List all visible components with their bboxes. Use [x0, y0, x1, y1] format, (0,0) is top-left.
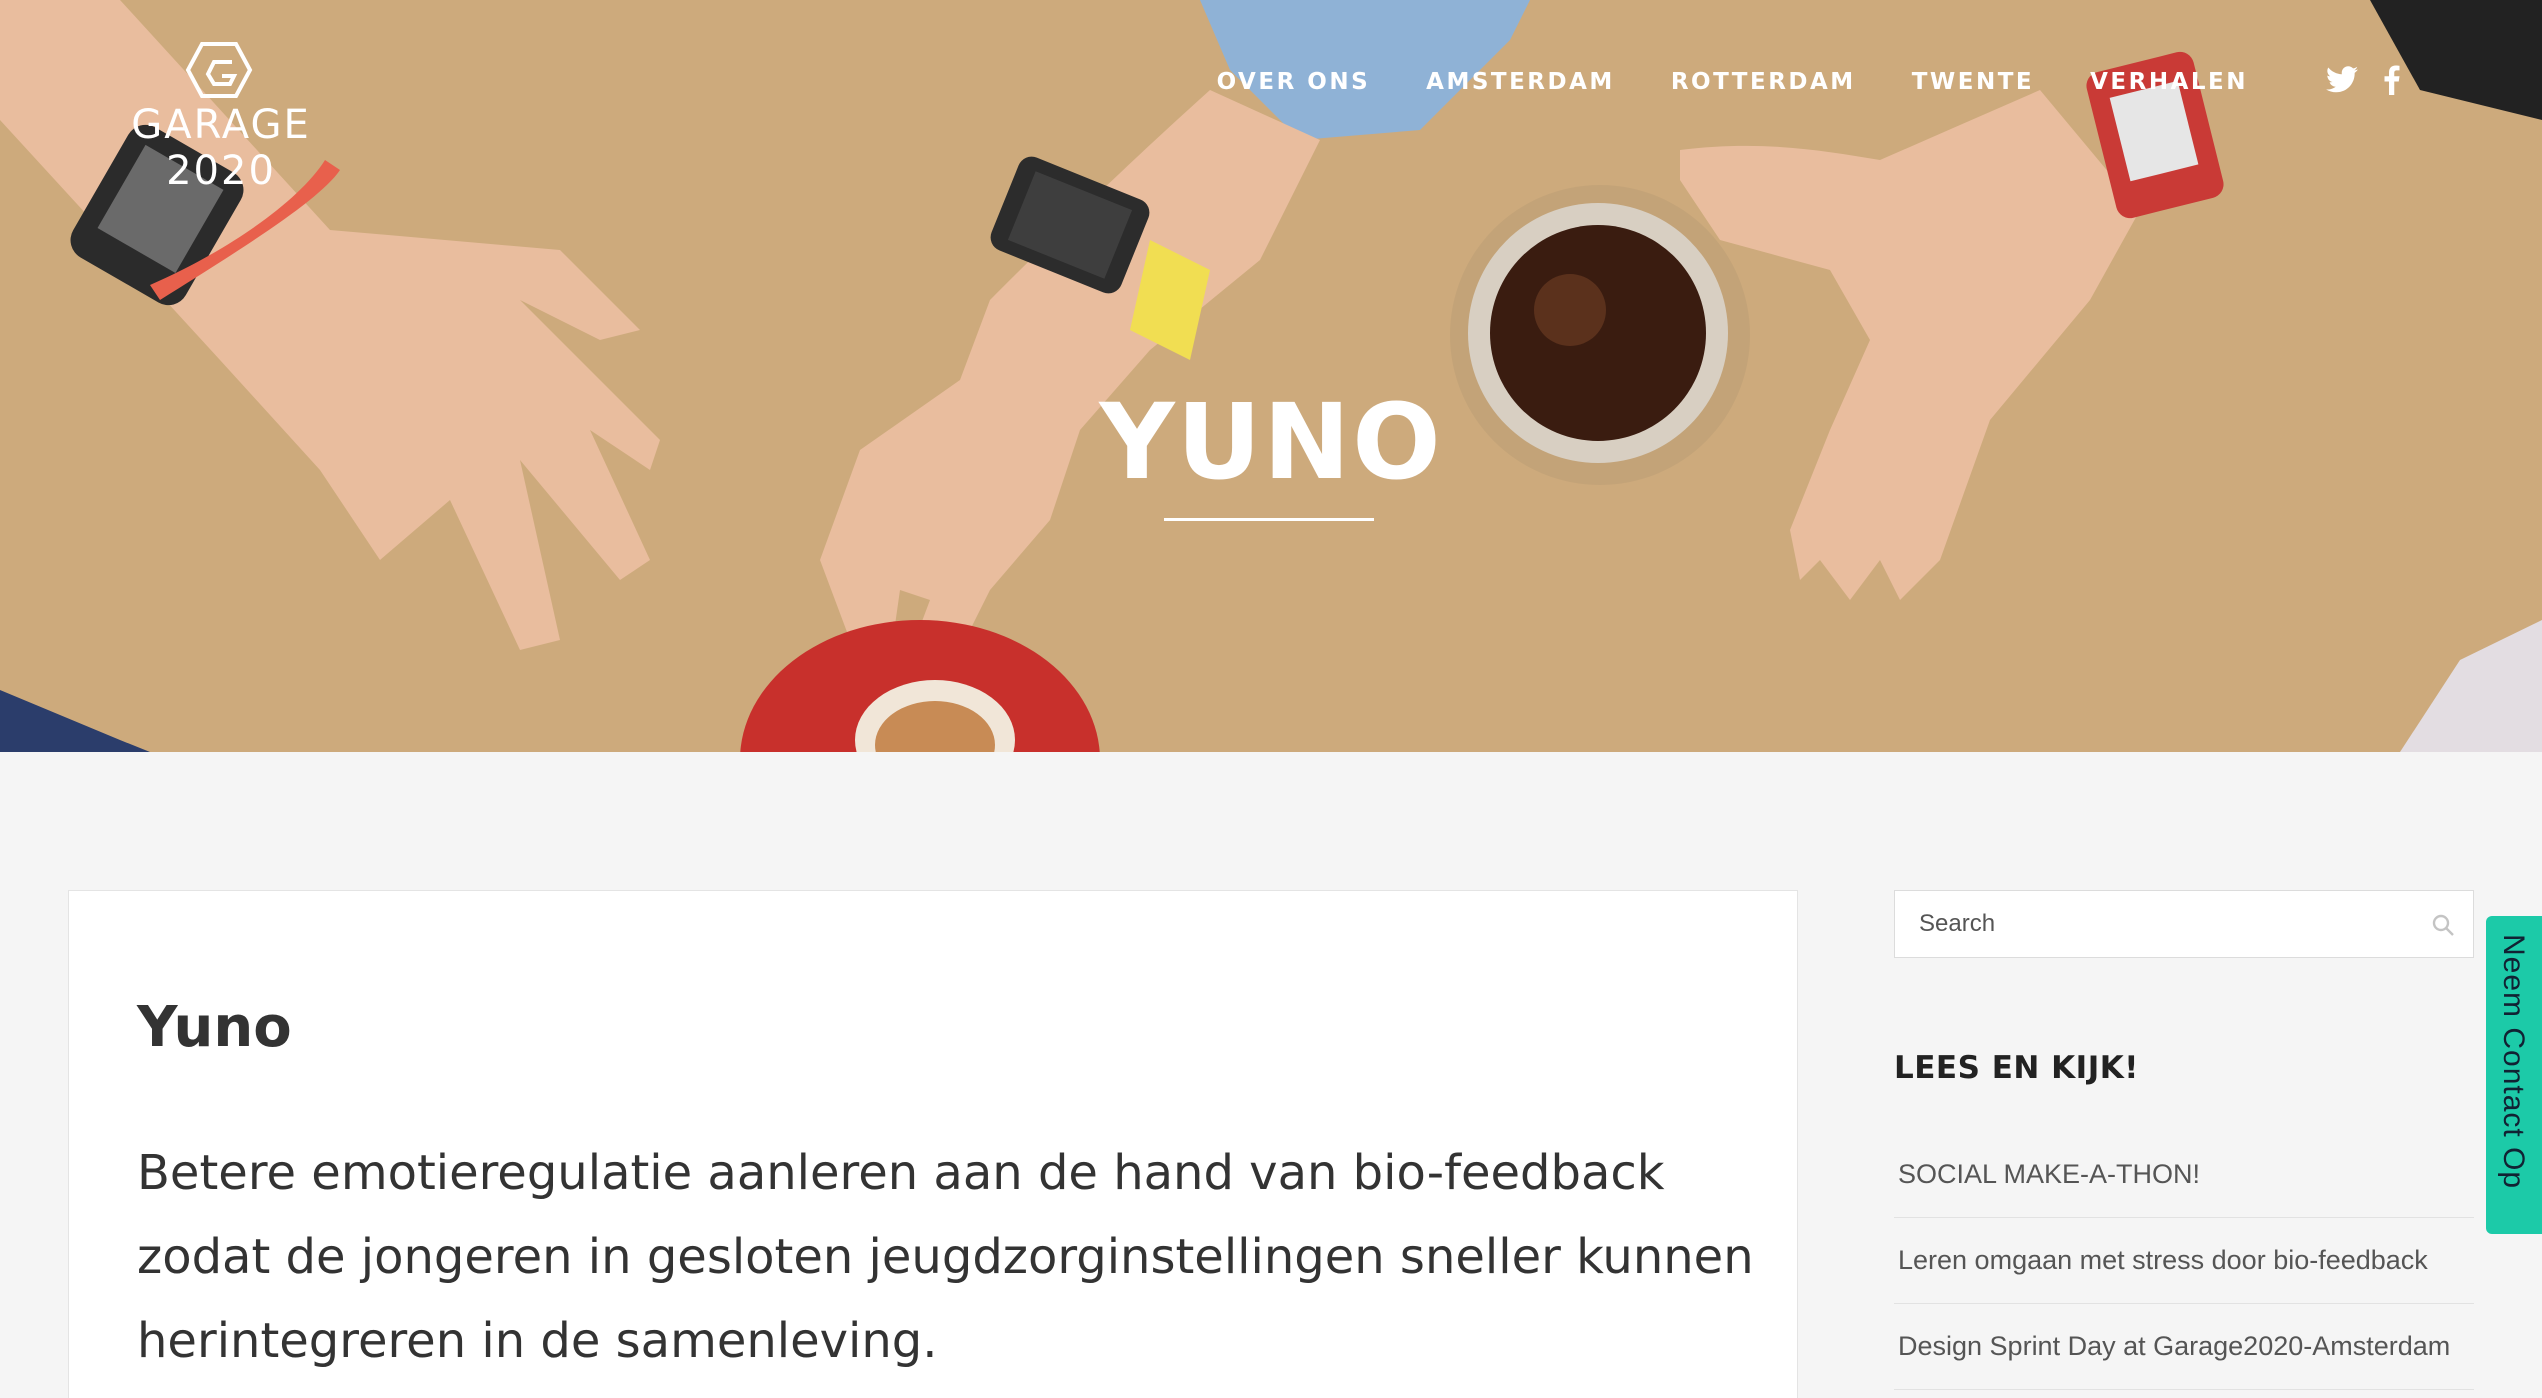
hero-photo: [0, 0, 2542, 752]
sidebar-link-list: SOCIAL MAKE-A-THON! Leren omgaan met str…: [1894, 1132, 2474, 1390]
hero-title: YUNO: [1099, 381, 1443, 503]
sidebar-link[interactable]: SOCIAL MAKE-A-THON!: [1894, 1132, 2474, 1218]
hero-banner: GARAGE 2020 OVER ONS AMSTERDAM ROTTERDAM…: [0, 0, 2542, 752]
contact-tab-button[interactable]: Neem Contact Op: [2486, 916, 2542, 1234]
logo-wordmark: GARAGE 2020: [118, 102, 324, 194]
post-title: Yuno: [137, 995, 292, 1060]
contact-tab-label: Neem Contact Op: [2497, 934, 2530, 1190]
main-nav: OVER ONS AMSTERDAM ROTTERDAM TWENTE VERH…: [1161, 60, 2400, 104]
search-icon[interactable]: [2431, 913, 2455, 942]
hexagon-logo-icon: [185, 42, 253, 98]
nav-over-ons[interactable]: OVER ONS: [1217, 69, 1371, 95]
sidebar-heading: LEES EN KIJK!: [1894, 1050, 2139, 1086]
logo-line-garage: GARAGE: [131, 102, 311, 148]
sidebar: LEES EN KIJK! SOCIAL MAKE-A-THON! Leren …: [1894, 890, 2474, 1390]
hero-title-underline: [1164, 518, 1374, 521]
nav-rotterdam[interactable]: ROTTERDAM: [1671, 69, 1856, 95]
post-card: Yuno Betere emotieregulatie aanleren aan…: [68, 890, 1798, 1398]
search-input[interactable]: [1895, 891, 2473, 957]
nav-verhalen[interactable]: VERHALEN: [2090, 69, 2248, 95]
post-lead: Betere emotieregulatie aanleren aan de h…: [137, 1145, 1754, 1369]
twitter-icon[interactable]: [2326, 66, 2358, 98]
logo-line-2020: 2020: [166, 148, 276, 194]
nav-twente[interactable]: TWENTE: [1912, 69, 2034, 95]
sidebar-link[interactable]: Leren omgaan met stress door bio-feedbac…: [1894, 1218, 2474, 1304]
social-links: [2300, 64, 2400, 100]
sidebar-link[interactable]: Design Sprint Day at Garage2020-Amsterda…: [1894, 1304, 2474, 1390]
garage2020-logo[interactable]: GARAGE 2020: [118, 40, 324, 200]
nav-amsterdam[interactable]: AMSTERDAM: [1426, 69, 1615, 95]
facebook-icon[interactable]: [2384, 64, 2400, 100]
search-box: [1894, 890, 2474, 958]
